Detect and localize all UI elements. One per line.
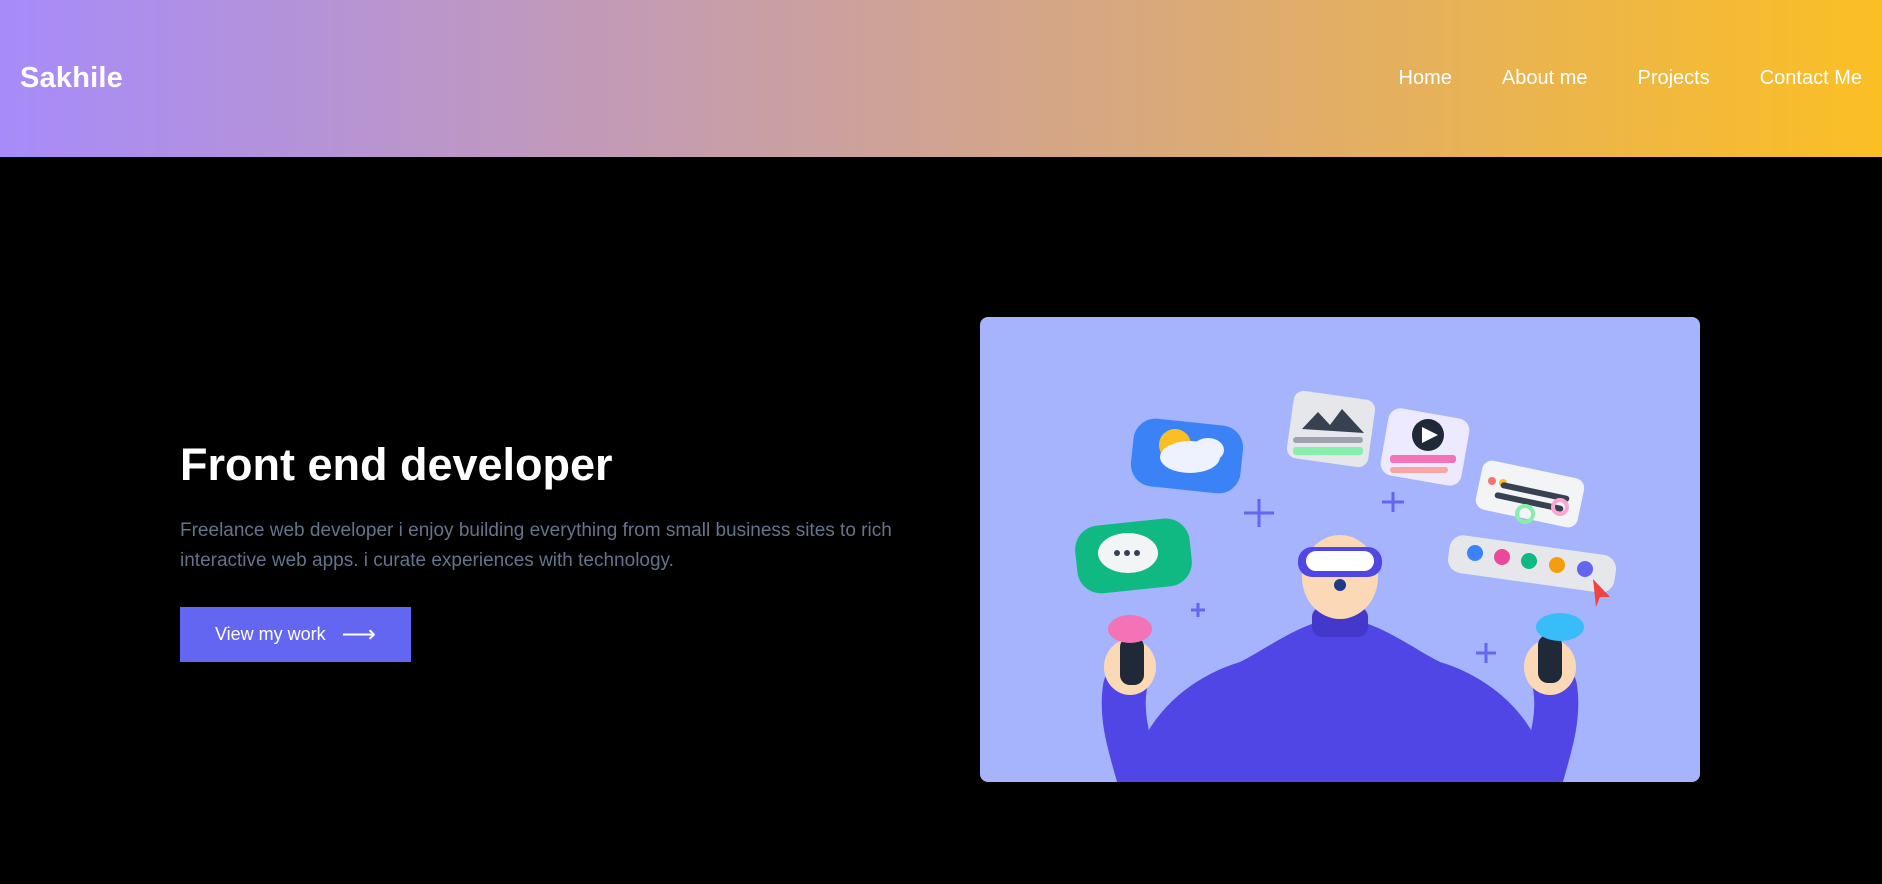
nav-link-about[interactable]: About me <box>1502 67 1588 90</box>
view-my-work-button[interactable]: View my work ⟶ <box>180 607 411 662</box>
nav-link-home[interactable]: Home <box>1399 67 1452 90</box>
top-navbar: Sakhile Home About me Projects Contact M… <box>0 0 1882 157</box>
video-card-icon <box>1380 408 1470 486</box>
hero-title: Front end developer <box>180 439 613 490</box>
developer-illustration-icon <box>1075 390 1617 782</box>
text-card-icon <box>1475 460 1585 528</box>
brand-logo[interactable]: Sakhile <box>20 62 123 95</box>
weather-card-icon <box>1130 418 1244 494</box>
color-palette-icon <box>1447 535 1617 607</box>
hero-description: Freelance web developer i enjoy building… <box>180 520 892 571</box>
hero-illustration <box>980 317 1700 782</box>
chat-card-icon <box>1075 518 1192 594</box>
hero-section: Front end developer Freelance web develo… <box>180 438 920 576</box>
nav-link-projects[interactable]: Projects <box>1637 67 1709 90</box>
image-card-icon <box>1286 390 1376 468</box>
nav-link-contact[interactable]: Contact Me <box>1760 67 1862 90</box>
nav-links: Home About me Projects Contact Me <box>1399 67 1862 90</box>
view-my-work-label: View my work <box>214 624 326 644</box>
arrow-right-icon: ⟶ <box>341 620 377 648</box>
